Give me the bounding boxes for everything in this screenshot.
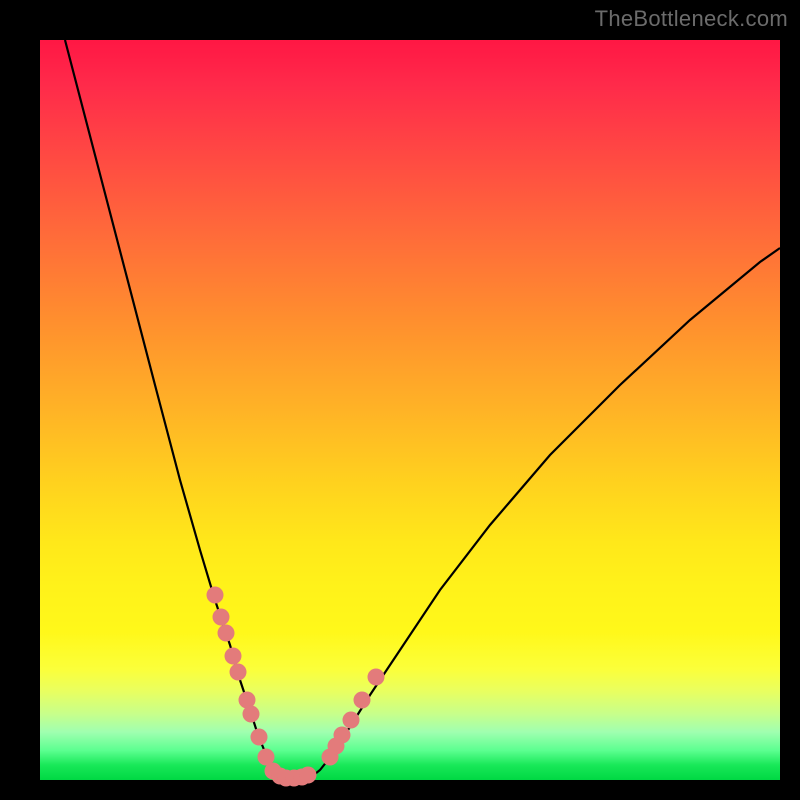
markers-right-dot xyxy=(354,692,371,709)
markers-left-dot xyxy=(207,587,224,604)
right-curve xyxy=(310,248,780,778)
markers-left-dot xyxy=(251,729,268,746)
plot-area xyxy=(40,40,780,780)
curves-svg xyxy=(40,40,780,780)
marker-group xyxy=(207,587,385,787)
markers-right-dot xyxy=(368,669,385,686)
curve-group xyxy=(65,40,780,778)
markers-left-dot xyxy=(213,609,230,626)
watermark-text: TheBottleneck.com xyxy=(595,6,788,32)
markers-right-dot xyxy=(343,712,360,729)
markers-left-dot xyxy=(230,664,247,681)
markers-right-dot xyxy=(334,727,351,744)
markers-bottom xyxy=(265,763,317,787)
markers-left-dot xyxy=(225,648,242,665)
markers-left-dot xyxy=(243,706,260,723)
markers-bottom-dot xyxy=(300,767,317,784)
markers-right xyxy=(322,669,385,766)
chart-frame: TheBottleneck.com xyxy=(0,0,800,800)
markers-left xyxy=(207,587,275,766)
markers-left-dot xyxy=(218,625,235,642)
left-curve xyxy=(65,40,284,778)
